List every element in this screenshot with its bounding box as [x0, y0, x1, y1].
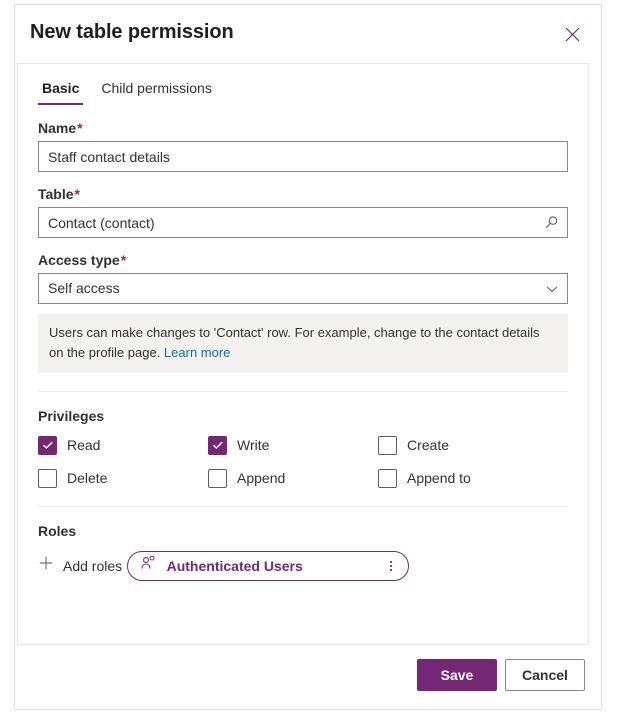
field-table: Table*: [38, 186, 568, 238]
new-table-permission-dialog: New table permission Basic Child permiss…: [14, 4, 602, 710]
checkbox-write-label: Write: [237, 437, 270, 453]
checkbox-append-to-label: Append to: [407, 470, 471, 486]
access-type-value: Self access: [48, 280, 120, 296]
checkbox-append[interactable]: Append: [208, 468, 378, 488]
close-icon: [565, 27, 580, 42]
tab-child-permissions-label: Child permissions: [101, 80, 212, 96]
field-access-type: Access type* Self access: [38, 252, 568, 304]
privileges-grid: Read Write Create Delete Append Append t…: [38, 435, 568, 488]
name-input[interactable]: [39, 142, 567, 171]
table-input[interactable]: [39, 208, 567, 237]
role-chip-label: Authenticated Users: [166, 557, 303, 574]
cancel-button[interactable]: Cancel: [505, 659, 585, 691]
role-chip-authenticated-users[interactable]: Authenticated Users: [126, 550, 409, 581]
footer-actions: Save Cancel: [417, 659, 585, 691]
person-role-icon: [140, 555, 156, 576]
check-icon: [38, 468, 57, 488]
divider-privileges: [38, 390, 568, 392]
tab-list: Basic Child permissions: [38, 80, 216, 105]
check-icon: [378, 468, 397, 488]
page-title: New table permission: [30, 21, 234, 43]
tab-basic[interactable]: Basic: [38, 80, 84, 105]
check-icon: [378, 435, 397, 455]
table-input-wrapper[interactable]: [38, 207, 568, 238]
checkbox-read[interactable]: Read: [38, 435, 208, 455]
access-type-label: Access type*: [38, 252, 568, 268]
table-label-text: Table: [38, 186, 74, 202]
dialog-footer: Save Cancel: [15, 645, 601, 709]
check-icon: [38, 435, 57, 455]
add-roles-label: Add roles: [63, 557, 123, 574]
access-type-dropdown[interactable]: Self access: [38, 273, 568, 304]
check-icon: [208, 435, 227, 455]
save-button[interactable]: Save: [417, 659, 497, 691]
plus-icon: [38, 555, 54, 576]
checkbox-create[interactable]: Create: [378, 435, 548, 455]
add-roles-button[interactable]: Add roles: [38, 555, 122, 576]
access-type-required-mark: *: [120, 252, 127, 268]
close-button[interactable]: [557, 19, 587, 49]
divider-roles: [38, 505, 568, 507]
checkbox-delete[interactable]: Delete: [38, 468, 208, 488]
more-vertical-icon[interactable]: [380, 554, 402, 578]
access-type-info-text: Users can make changes to 'Contact' row.…: [49, 325, 540, 360]
checkbox-delete-label: Delete: [67, 470, 108, 486]
name-label: Name*: [38, 120, 568, 136]
name-input-wrapper[interactable]: [38, 141, 568, 172]
access-type-info: Users can make changes to 'Contact' row.…: [38, 314, 568, 373]
name-required-mark: *: [77, 120, 83, 136]
learn-more-link[interactable]: Learn more: [164, 345, 230, 360]
checkbox-read-label: Read: [67, 437, 101, 453]
permission-form: Name* Table*: [38, 120, 568, 589]
access-type-label-text: Access type: [38, 252, 120, 268]
checkbox-create-label: Create: [407, 437, 450, 453]
roles-title: Roles: [38, 522, 77, 539]
table-required-mark: *: [74, 186, 80, 202]
table-label: Table*: [38, 186, 568, 202]
name-label-text: Name: [38, 120, 77, 136]
check-icon: [208, 468, 227, 488]
checkbox-append-label: Append: [237, 470, 286, 486]
checkbox-append-to[interactable]: Append to: [378, 468, 548, 488]
tab-child-permissions[interactable]: Child permissions: [97, 80, 215, 105]
tab-basic-label: Basic: [42, 80, 80, 96]
dialog-header: New table permission: [15, 5, 601, 59]
privileges-title: Privileges: [38, 407, 105, 424]
form-card: Basic Child permissions Name* Table*: [17, 63, 589, 645]
checkbox-write[interactable]: Write: [208, 435, 378, 455]
field-name: Name*: [38, 120, 568, 172]
